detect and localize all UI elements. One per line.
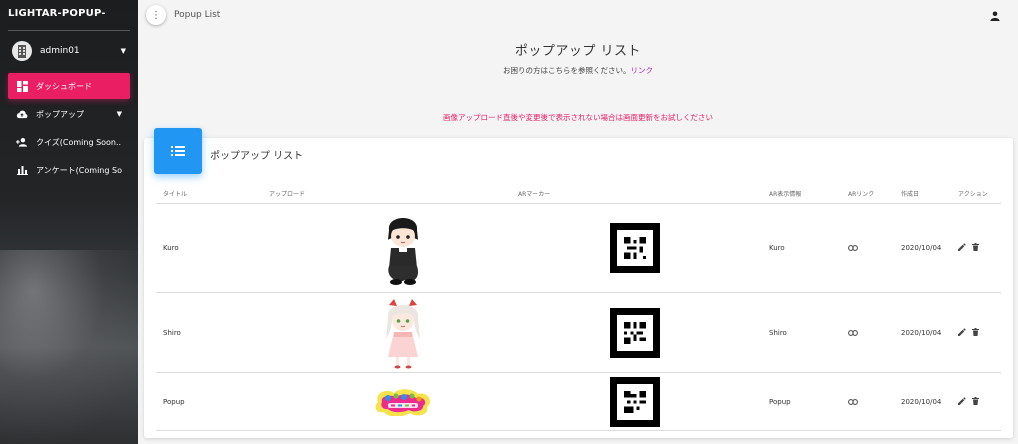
app-title[interactable]: LIGHTAR-POPUP-	[0, 0, 138, 30]
help-link[interactable]: リンク	[631, 66, 654, 75]
shiro-character-image	[353, 293, 453, 372]
more-vert-icon[interactable]: ⋮	[146, 5, 166, 25]
avatar	[12, 41, 32, 61]
nav-item-popup[interactable]: ポップアップ ▼	[8, 101, 130, 127]
page-title: ポップアップ リスト	[514, 44, 642, 59]
delete-icon[interactable]	[972, 327, 979, 338]
refresh-warning: 画像アップロード直後や変更後で表示されない場合は画面更新をお試しください	[443, 113, 713, 122]
nav-item-quiz[interactable]: クイズ(Coming Soon...)	[8, 129, 130, 155]
column-header-title: タイトル	[163, 191, 188, 198]
qr-code-icon	[624, 237, 646, 259]
nav-label: ダッシュボード	[36, 81, 92, 91]
qr-code-icon	[624, 390, 646, 413]
table-header: タイトル アップロード ARマーカー AR表示情報 ARリンク 作成日 アクショ…	[156, 182, 1001, 204]
nav-label: アンケート(Coming Soon...)	[36, 165, 122, 175]
kuro-character-image	[353, 204, 453, 292]
help-text: お困りの方はこちらを参照ください。リンク	[138, 65, 1018, 76]
qr-code-icon	[624, 321, 646, 344]
edit-icon[interactable]	[958, 327, 966, 338]
top-bar: ⋮ Popup List	[138, 0, 1018, 30]
dashboard-icon	[16, 80, 28, 92]
column-header-upload: アップロード	[269, 191, 306, 198]
delete-icon[interactable]	[972, 396, 979, 407]
nav-label: ポップアップ	[36, 109, 84, 119]
created-date: 2020/10/04	[901, 328, 942, 337]
column-header-date: 作成日	[901, 191, 920, 198]
page-header: ポップアップ リスト お困りの方はこちらを参照ください。リンク	[138, 40, 1018, 76]
person-icon[interactable]	[990, 6, 1000, 25]
card-title: ポップアップ リスト	[210, 151, 304, 162]
table-row: Popup Popup 2020/10/04	[156, 373, 1001, 431]
column-header-ar-marker: ARマーカー	[518, 191, 551, 198]
nav-item-dashboard[interactable]: ダッシュボード	[8, 73, 130, 99]
link-icon[interactable]	[848, 373, 858, 430]
ar-marker	[610, 293, 660, 372]
created-date: 2020/10/04	[901, 244, 942, 252]
row-title: Kuro	[163, 244, 179, 252]
popup-list-card: ポップアップ リスト タイトル アップロード ARマーカー AR表示情報 ARリ…	[144, 128, 1013, 438]
ar-marker	[610, 373, 660, 430]
table-row: Kuro Kuro 2020/10/04	[156, 204, 1001, 293]
user-menu[interactable]: admin01 ▼	[0, 31, 138, 71]
cloud-upload-icon	[16, 108, 28, 120]
ar-info: Shiro	[769, 328, 787, 337]
chevron-down-icon: ▼	[116, 110, 122, 118]
edit-icon[interactable]	[958, 396, 966, 407]
ar-info: Popup	[769, 397, 791, 406]
ar-info: Kuro	[769, 244, 785, 252]
row-actions	[958, 293, 979, 372]
table-row: Shiro Shiro 2020/10/04	[156, 293, 1001, 373]
link-icon[interactable]	[848, 204, 858, 292]
person-add-icon	[16, 136, 28, 148]
user-name: admin01	[40, 46, 80, 56]
link-icon[interactable]	[848, 293, 858, 372]
edit-icon[interactable]	[958, 243, 966, 253]
popup-table: タイトル アップロード ARマーカー AR表示情報 ARリンク 作成日 アクショ…	[156, 182, 1001, 431]
row-actions	[958, 204, 979, 292]
popup-logo-image	[353, 373, 453, 430]
column-header-ar-info: AR表示情報	[769, 191, 802, 198]
row-title: Popup	[163, 397, 185, 406]
bar-chart-icon	[16, 164, 28, 176]
nav-item-survey[interactable]: アンケート(Coming Soon...)	[8, 157, 130, 183]
delete-icon[interactable]	[972, 243, 979, 253]
column-header-ar-link: ARリンク	[848, 191, 875, 198]
chevron-down-icon: ▼	[120, 47, 126, 55]
ar-marker	[610, 204, 660, 292]
nav-label: クイズ(Coming Soon...)	[36, 137, 122, 147]
list-icon	[154, 128, 202, 174]
created-date: 2020/10/04	[901, 397, 942, 406]
row-title: Shiro	[163, 328, 181, 337]
page-breadcrumb: Popup List	[174, 10, 221, 20]
row-actions	[958, 373, 979, 430]
help-text-label: お困りの方はこちらを参照ください。	[503, 66, 631, 75]
sidebar: LIGHTAR-POPUP- admin01 ▼ ダッシュボード ポップアップ …	[0, 0, 138, 444]
column-header-actions: アクション	[958, 191, 988, 198]
